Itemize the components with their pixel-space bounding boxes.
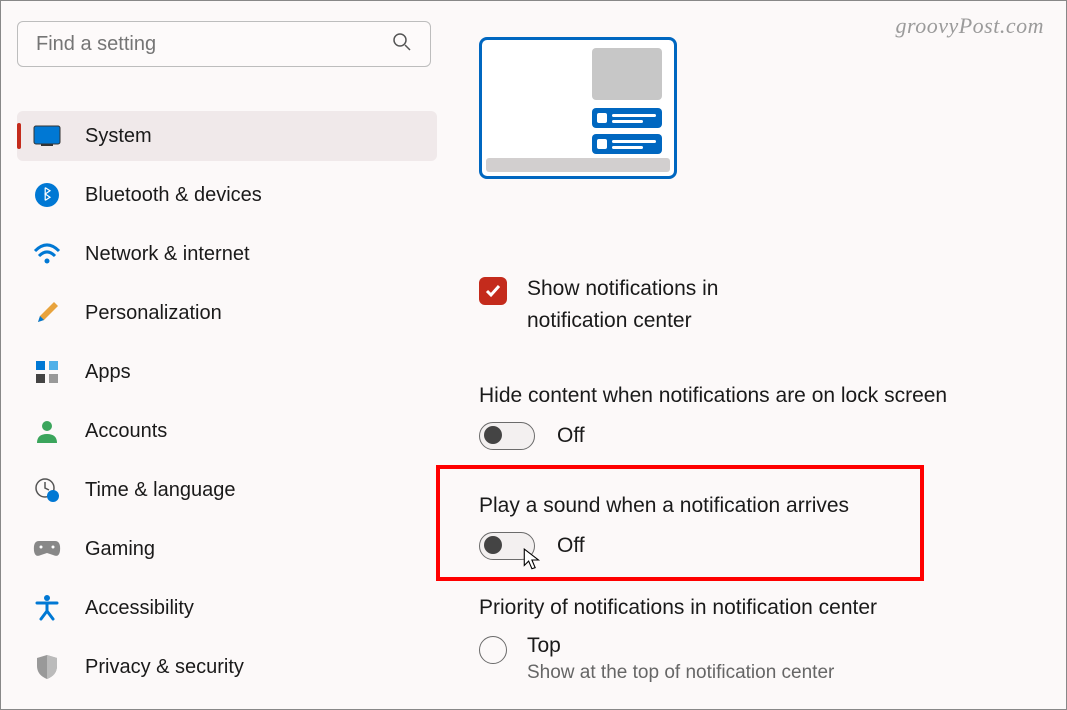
setting-title: Priority of notifications in notificatio… [479,596,1042,620]
toggle-off[interactable] [479,532,535,560]
preview-taskbar [486,158,670,172]
sidebar-item-gaming[interactable]: Gaming [17,524,437,574]
sidebar-item-label: Gaming [85,538,155,561]
notification-preview[interactable] [479,37,677,179]
sidebar-item-apps[interactable]: Apps [17,347,437,397]
sidebar-item-label: System [85,125,152,148]
sidebar-item-label: Accounts [85,420,167,443]
setting-title: Play a sound when a notification arrives [479,494,1042,518]
sidebar-item-accounts[interactable]: Accounts [17,406,437,456]
system-icon [33,122,61,150]
person-icon [33,417,61,445]
watermark-text: groovyPost.com [895,13,1044,39]
search-input[interactable] [36,33,392,56]
gamepad-icon [33,535,61,563]
brush-icon [33,299,61,327]
toggle-state-label: Off [557,424,585,448]
sidebar-item-label: Privacy & security [85,656,244,679]
search-icon [392,32,412,57]
radio-sublabel: Show at the top of notification center [527,662,834,684]
sidebar-item-label: Network & internet [85,243,250,266]
wifi-icon [33,240,61,268]
radio-label: Top [527,634,834,658]
setting-show-notifications[interactable]: Show notifications in notification cente… [479,273,1042,336]
sidebar: System Bluetooth & devices Network & int… [17,21,437,701]
preview-notification [592,108,662,128]
sidebar-item-network[interactable]: Network & internet [17,229,437,279]
apps-icon [33,358,61,386]
preview-panel [592,48,662,100]
toggle-off[interactable] [479,422,535,450]
sidebar-item-label: Time & language [85,479,235,502]
sidebar-item-privacy[interactable]: Privacy & security [17,642,437,692]
sidebar-item-label: Apps [85,361,131,384]
sidebar-item-time-language[interactable]: Time & language [17,465,437,515]
toggle-state-label: Off [557,534,585,558]
radio-unchecked[interactable] [479,636,507,664]
clock-globe-icon [33,476,61,504]
bluetooth-icon [33,181,61,209]
sidebar-item-personalization[interactable]: Personalization [17,288,437,338]
preview-notification [592,134,662,154]
sidebar-item-label: Bluetooth & devices [85,184,262,207]
setting-priority: Priority of notifications in notificatio… [479,596,1042,684]
sidebar-item-system[interactable]: System [17,111,437,161]
nav-list: System Bluetooth & devices Network & int… [17,111,437,692]
main-content: Show notifications in notification cente… [479,37,1042,710]
checkbox-checked[interactable] [479,277,507,305]
sidebar-item-bluetooth[interactable]: Bluetooth & devices [17,170,437,220]
sidebar-item-accessibility[interactable]: Accessibility [17,583,437,633]
shield-icon [33,653,61,681]
checkbox-label: Show notifications in notification cente… [527,273,787,336]
search-box[interactable] [17,21,431,67]
sidebar-item-label: Accessibility [85,597,194,620]
accessibility-icon [33,594,61,622]
sidebar-item-label: Personalization [85,302,222,325]
setting-play-sound: Play a sound when a notification arrives… [479,486,1042,560]
setting-title: Hide content when notifications are on l… [479,384,1042,408]
radio-option-top[interactable]: Top Show at the top of notification cent… [479,634,1042,684]
setting-hide-content: Hide content when notifications are on l… [479,384,1042,450]
